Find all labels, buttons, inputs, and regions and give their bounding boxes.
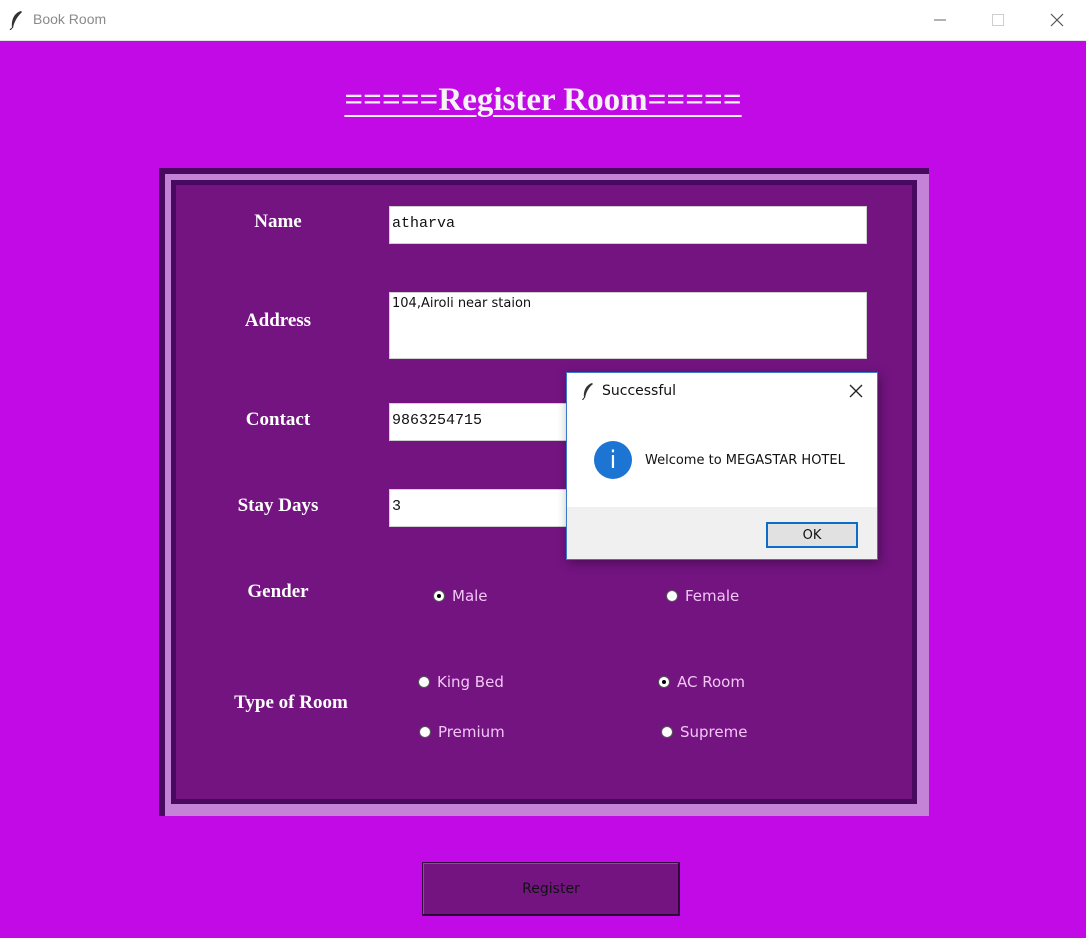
- success-dialog: Successful i Welcome to MEGASTAR HOTEL O…: [566, 372, 878, 560]
- minimize-icon: [934, 19, 946, 21]
- room-ac-room-radio[interactable]: AC Room: [658, 673, 745, 691]
- gender-label: Gender: [247, 581, 309, 602]
- room-premium-label: Premium: [438, 723, 505, 741]
- radio-unchecked-icon: [661, 726, 673, 738]
- name-label: Name: [254, 211, 302, 232]
- register-button[interactable]: Register: [422, 862, 680, 916]
- page-heading: =====Register Room=====: [344, 82, 742, 118]
- maximize-button[interactable]: [975, 0, 1021, 40]
- address-label: Address: [244, 310, 312, 331]
- window-title: Book Room: [33, 11, 107, 27]
- minimize-button[interactable]: [917, 0, 963, 40]
- room-king-bed-label: King Bed: [437, 673, 504, 691]
- room-type-label: Type of Room: [234, 692, 348, 713]
- dialog-message: Welcome to MEGASTAR HOTEL: [645, 453, 845, 468]
- gender-male-radio[interactable]: Male: [433, 587, 488, 605]
- close-icon[interactable]: [849, 384, 863, 398]
- room-supreme-radio[interactable]: Supreme: [661, 723, 747, 741]
- radio-checked-icon: [658, 676, 670, 688]
- feather-icon: [582, 383, 593, 400]
- radio-checked-icon: [433, 590, 445, 602]
- room-supreme-label: Supreme: [680, 723, 748, 741]
- gender-female-label: Female: [685, 587, 740, 605]
- close-icon: [1050, 13, 1064, 27]
- info-icon: i: [594, 441, 632, 479]
- feather-icon: [9, 11, 22, 30]
- gender-male-label: Male: [452, 587, 488, 605]
- contact-label: Contact: [245, 409, 311, 430]
- stay-days-label: Stay Days: [237, 495, 319, 516]
- maximize-icon: [992, 14, 1004, 26]
- dialog-title: Successful: [602, 383, 677, 399]
- room-king-bed-radio[interactable]: King Bed: [418, 673, 504, 691]
- room-ac-room-label: AC Room: [677, 673, 745, 691]
- ok-button[interactable]: OK: [766, 522, 858, 548]
- name-field[interactable]: atharva: [389, 206, 867, 244]
- gender-female-radio[interactable]: Female: [666, 587, 739, 605]
- close-button[interactable]: [1034, 0, 1080, 40]
- radio-unchecked-icon: [418, 676, 430, 688]
- address-field[interactable]: 104,Airoli near staion: [389, 292, 867, 359]
- radio-unchecked-icon: [666, 590, 678, 602]
- radio-unchecked-icon: [419, 726, 431, 738]
- window-title-bar: Book Room: [0, 0, 1086, 41]
- room-premium-radio[interactable]: Premium: [419, 723, 505, 741]
